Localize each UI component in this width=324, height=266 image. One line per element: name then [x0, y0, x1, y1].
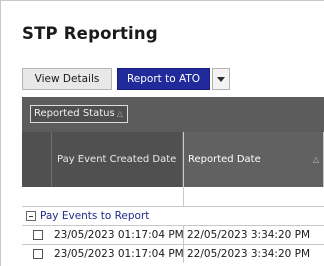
view-details-button[interactable]: View Details	[22, 68, 112, 90]
report-options-dropdown-button[interactable]	[212, 68, 230, 90]
grid-spacer	[22, 187, 183, 206]
group-row-pay-events-to-report[interactable]: Pay Events to Report	[22, 206, 324, 225]
cell-reported-date: 22/05/2023 3:34:20 PM	[183, 226, 324, 244]
table-row[interactable]: 23/05/2023 01:17:04 PM 22/05/2023 3:34:2…	[22, 244, 324, 263]
row-checkbox[interactable]	[33, 230, 43, 240]
page-title: STP Reporting	[22, 24, 158, 43]
group-row-label: Pay Events to Report	[40, 210, 150, 222]
group-by-chip-label: Reported Status	[34, 108, 115, 119]
grid-header-row: Pay Event Created Date Reported Date △	[22, 132, 324, 187]
collapse-icon[interactable]	[26, 211, 36, 221]
cell-reported-date: 22/05/2023 3:34:20 PM	[183, 245, 324, 263]
group-by-panel: Reported Status △	[22, 97, 324, 132]
column-header-reported-date-label: Reported Date	[188, 154, 261, 165]
cell-pay-event-created-date: 23/05/2023 01:17:04 PM	[54, 248, 184, 260]
report-to-ato-button[interactable]: Report to ATO	[117, 68, 210, 90]
cell-pay-event-created-date: 23/05/2023 01:17:04 PM	[54, 229, 184, 241]
sort-ascending-icon: △	[312, 155, 319, 164]
column-header-reported-date[interactable]: Reported Date △	[183, 132, 324, 187]
column-header-pay-event-created-date[interactable]: Pay Event Created Date	[51, 132, 183, 187]
row-checkbox[interactable]	[33, 249, 43, 259]
group-by-chip-reported-status[interactable]: Reported Status △	[30, 105, 128, 123]
table-row[interactable]: 23/05/2023 01:17:04 PM 22/05/2023 3:34:2…	[22, 225, 324, 244]
sort-ascending-icon: △	[116, 109, 123, 118]
selected-column-highlight	[183, 187, 324, 206]
grid-header-indent	[22, 132, 52, 187]
chevron-down-icon	[217, 76, 225, 82]
